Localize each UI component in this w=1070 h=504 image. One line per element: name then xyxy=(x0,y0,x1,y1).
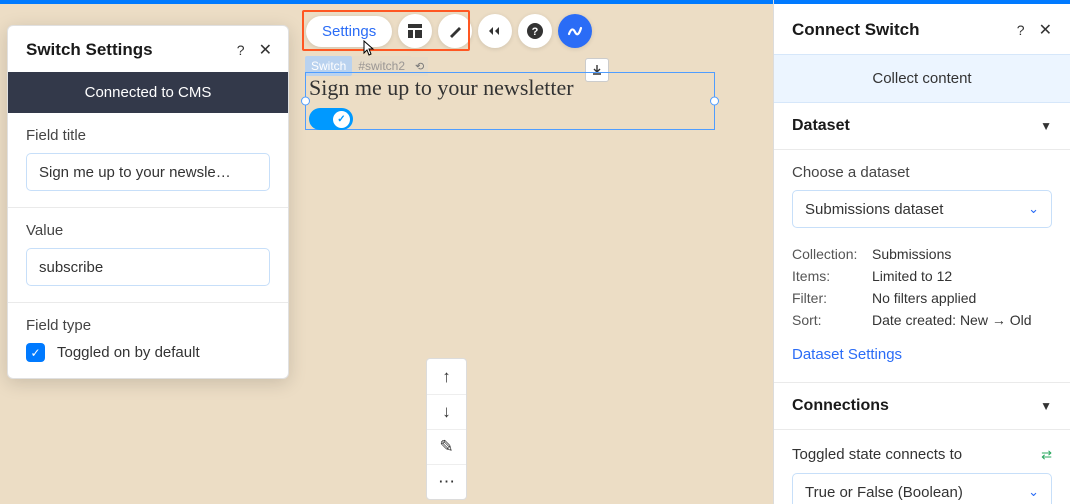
pencil-icon[interactable]: ✎ xyxy=(427,429,466,464)
chevron-down-icon: ▼ xyxy=(1040,399,1052,413)
editor-canvas: Switch Settings ? ✕ Connected to CMS Fie… xyxy=(0,0,773,504)
chevron-down-icon: ▼ xyxy=(1040,119,1052,133)
help-icon[interactable]: ? xyxy=(237,42,245,58)
field-title-section: Field title Sign me up to your newsle… xyxy=(8,113,288,208)
chevron-down-icon: ⌄ xyxy=(1028,201,1039,217)
layout-icon[interactable] xyxy=(398,14,432,48)
connect-switch-panel: Connect Switch ? ✕ Collect content Datas… xyxy=(773,0,1070,504)
dataset-settings-link[interactable]: Dataset Settings xyxy=(792,346,902,363)
toggle-knob-check-icon: ✓ xyxy=(333,111,350,128)
toggled-default-label: Toggled on by default xyxy=(57,344,200,361)
chevron-down-icon: ⌄ xyxy=(1028,484,1039,500)
meta-filter-key: Filter: xyxy=(792,290,872,306)
dataset-group-body: Choose a dataset Submissions dataset ⌄ C… xyxy=(774,150,1070,383)
dataset-selected-value: Submissions dataset xyxy=(805,201,943,218)
field-title-label: Field title xyxy=(26,127,270,144)
settings-button[interactable]: Settings xyxy=(306,16,392,47)
meta-collection-key: Collection: xyxy=(792,246,872,262)
switch-label-text: Sign me up to your newsletter xyxy=(309,75,574,101)
connect-data-icon[interactable] xyxy=(558,14,592,48)
connect-title: Connect Switch xyxy=(792,20,1017,40)
swap-icon[interactable]: ⇄ xyxy=(1041,447,1052,463)
close-icon[interactable]: ✕ xyxy=(259,40,272,60)
panel-header: Switch Settings ? ✕ xyxy=(8,26,288,72)
meta-sort-key: Sort: xyxy=(792,312,872,328)
help-circle-icon[interactable]: ? xyxy=(518,14,552,48)
side-toolbar: ↑ ↓ ✎ ⋯ xyxy=(426,358,467,500)
value-section: Value subscribe xyxy=(8,208,288,303)
meta-items-val: Limited to 12 xyxy=(872,268,1052,284)
arrow-up-icon[interactable]: ↑ xyxy=(427,359,466,394)
canvas-topbar xyxy=(0,0,773,4)
value-input[interactable]: subscribe xyxy=(26,248,270,286)
connect-header: Connect Switch ? ✕ xyxy=(774,4,1070,54)
dataset-group-header[interactable]: Dataset ▼ xyxy=(774,103,1070,150)
design-brush-icon[interactable] xyxy=(438,14,472,48)
animation-icon[interactable] xyxy=(478,14,512,48)
meta-filter-val: No filters applied xyxy=(872,290,1052,306)
field-type-section: Field type ✓ Toggled on by default xyxy=(8,303,288,378)
connections-group-header[interactable]: Connections ▼ xyxy=(774,383,1070,430)
switch-toggle[interactable]: ✓ xyxy=(309,108,353,130)
meta-collection-val: Submissions xyxy=(872,246,1052,262)
toggled-connects-label: Toggled state connects to xyxy=(792,446,962,463)
connections-group-title: Connections xyxy=(792,397,1040,415)
cms-banner[interactable]: Connected to CMS xyxy=(8,72,288,113)
connections-body: Toggled state connects to ⇄ True or Fals… xyxy=(774,430,1070,504)
resize-handle-right[interactable] xyxy=(710,97,719,106)
collect-content-button[interactable]: Collect content xyxy=(774,54,1070,103)
switch-settings-panel: Switch Settings ? ✕ Connected to CMS Fie… xyxy=(7,25,289,379)
toggled-connects-value: True or False (Boolean) xyxy=(805,484,963,501)
svg-text:?: ? xyxy=(532,26,539,38)
choose-dataset-label: Choose a dataset xyxy=(792,164,1052,181)
field-title-input[interactable]: Sign me up to your newsle… xyxy=(26,153,270,191)
meta-sort-val: Date created: New → Old xyxy=(872,312,1052,328)
help-icon[interactable]: ? xyxy=(1017,22,1025,38)
close-icon[interactable]: ✕ xyxy=(1039,20,1052,40)
value-label: Value xyxy=(26,222,270,239)
toggled-default-row[interactable]: ✓ Toggled on by default xyxy=(26,343,270,362)
dataset-group-title: Dataset xyxy=(792,117,1040,135)
field-type-label: Field type xyxy=(26,317,270,334)
meta-items-key: Items: xyxy=(792,268,872,284)
arrow-down-icon[interactable]: ↓ xyxy=(427,394,466,429)
checkbox-checked-icon: ✓ xyxy=(26,343,45,362)
more-icon[interactable]: ⋯ xyxy=(427,464,466,499)
panel-title: Switch Settings xyxy=(26,40,237,60)
dataset-select[interactable]: Submissions dataset ⌄ xyxy=(792,190,1052,228)
toggled-connects-select[interactable]: True or False (Boolean) ⌄ xyxy=(792,473,1052,504)
element-toolbar: Settings ? xyxy=(306,14,592,48)
